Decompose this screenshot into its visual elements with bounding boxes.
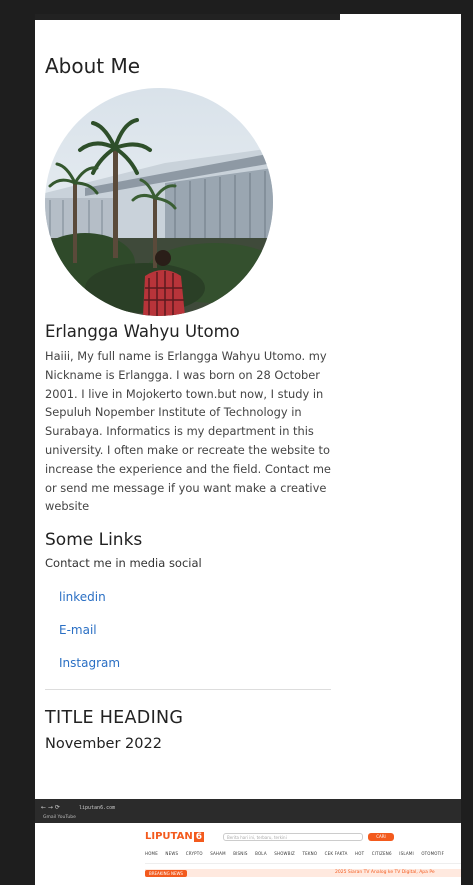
menu-item: ISLAMI	[399, 851, 414, 856]
screenshot-bookmarks: Gmail YouTube	[43, 815, 76, 820]
menu-item: CEK FAKTA	[324, 851, 348, 856]
about-title: About Me	[45, 54, 141, 78]
screenshot-url: liputan6.com	[79, 805, 116, 811]
profile-photo	[45, 88, 273, 316]
menu-item: SAHAM	[210, 851, 226, 856]
screenshot-badge: BREAKING NEWS	[145, 870, 187, 877]
link-list: linkedin E-mail Instagram	[45, 590, 331, 672]
linkedin-link[interactable]: linkedin	[59, 590, 331, 606]
logo-text: LIPUTAN	[145, 831, 193, 842]
post-title: TITLE HEADING	[45, 708, 184, 729]
screenshot-search-button: CARI	[368, 833, 394, 841]
links-subtitle: Contact me in media social	[45, 556, 202, 571]
post-date: November 2022	[45, 736, 162, 753]
menu-item: BISNIS	[233, 851, 248, 856]
screenshot-page: LIPUTAN 6 Berita hari ini, terbaru, terki…	[35, 823, 461, 885]
screenshot-menu: HOME NEWS CRYPTO SAHAM BISNIS BOLA SHOWB…	[145, 851, 450, 856]
menu-item: SHOWBIZ	[274, 851, 295, 856]
menu-item: CITIZEN6	[371, 851, 392, 856]
menu-item: OTOMOTIF	[421, 851, 445, 856]
screenshot-search: Berita hari ini, terbaru, terkini	[223, 833, 363, 841]
logo-badge: 6	[193, 832, 204, 842]
links-title: Some Links	[45, 530, 143, 551]
menu-item: CRYPTO	[185, 851, 203, 856]
main-content: About Me Erlangga Wahyu Utomo Haiii, My …	[45, 54, 331, 752]
divider	[45, 689, 331, 691]
profile-bio: Haiii, My full name is Erlangga Wahyu Ut…	[45, 349, 331, 514]
menu-item: BOLA	[255, 851, 267, 856]
screenshot-divider	[145, 863, 461, 864]
post-screenshot: ← → ⟳ liputan6.com Gmail YouTube LIPUTAN…	[35, 799, 461, 885]
top-bar	[35, 14, 340, 20]
menu-item: NEWS	[165, 851, 179, 856]
browser-nav-icons: ← → ⟳	[41, 804, 60, 811]
menu-item: HOT	[355, 851, 365, 856]
screenshot-browser-bar: ← → ⟳ liputan6.com Gmail YouTube	[35, 799, 461, 823]
page-frame: About Me Erlangga Wahyu Utomo Haiii, My …	[35, 14, 461, 885]
liputan-logo: LIPUTAN 6	[145, 831, 204, 842]
screenshot-ticker: 2025 Siaran TV Analog ke TV Digital, Apa…	[335, 870, 435, 875]
profile-name: Erlangga Wahyu Utomo	[45, 322, 240, 341]
instagram-link[interactable]: Instagram	[59, 656, 331, 672]
menu-item: HOME	[145, 851, 158, 856]
email-link[interactable]: E-mail	[59, 623, 331, 639]
menu-item: TEKNO	[302, 851, 318, 856]
